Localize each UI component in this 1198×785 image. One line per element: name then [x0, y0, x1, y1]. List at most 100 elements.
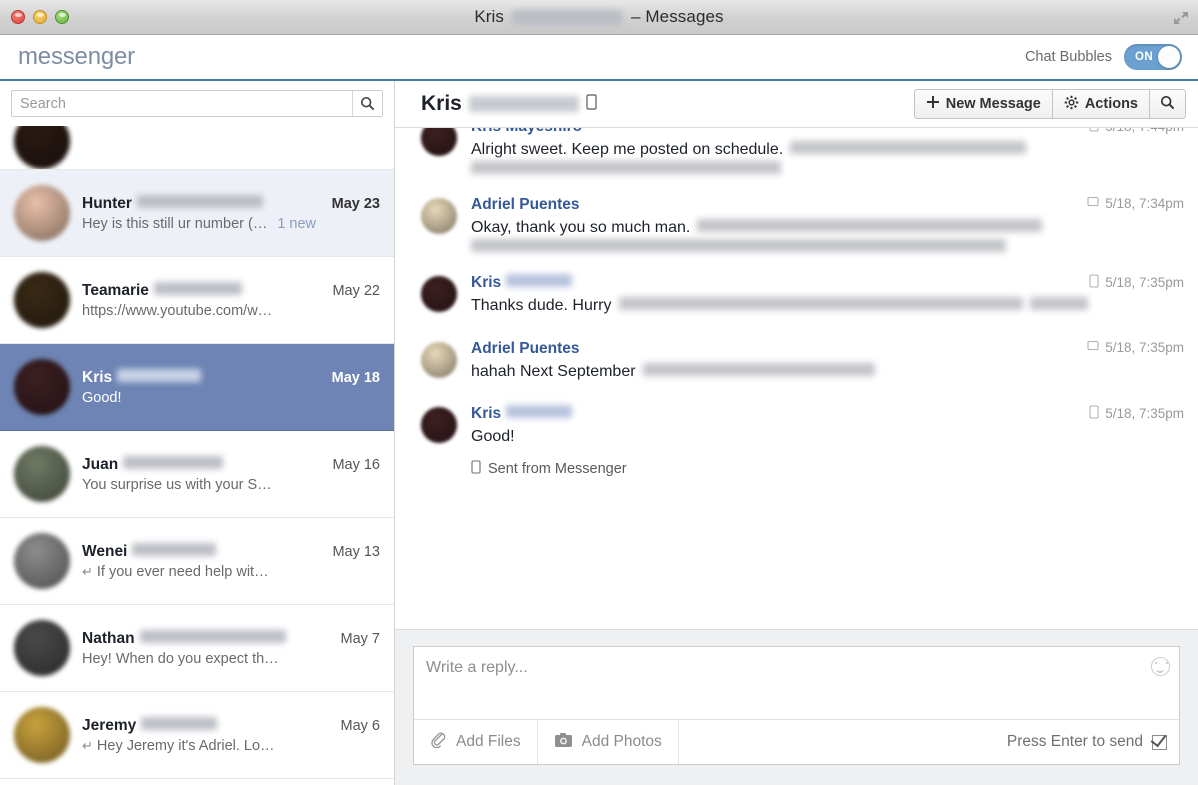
conversation-actions[interactable]: New Message Actions — [913, 89, 1186, 119]
smiley-icon[interactable] — [1151, 657, 1170, 676]
thread-item-partial[interactable] — [0, 126, 394, 170]
message-body: Kris Good! — [471, 404, 1184, 448]
message-avatar — [421, 341, 457, 378]
thread-item-juan[interactable]: Juan May 16 You surprise us with your S… — [0, 431, 394, 518]
thread-item-jeremy[interactable]: Jeremy May 6 ↵ Hey Jeremy it's Adriel. Lo… — [0, 692, 394, 779]
thread-name-redacted — [117, 368, 202, 382]
message-text-visible: Alright sweet. Keep me posted on schedul… — [471, 141, 784, 158]
message-text: Good! — [471, 425, 1176, 448]
thread-snippet-text: Hey! When do you expect th… — [82, 650, 279, 667]
composer-area: Write a reply... Add Files Add Photos Pr… — [395, 629, 1198, 785]
chat-bubbles-toggle[interactable]: ON — [1124, 44, 1182, 70]
resize-grip-icon[interactable] — [1168, 6, 1194, 30]
message-text-visible: Good! — [471, 427, 515, 445]
message-sender[interactable]: Kris Mayeshiro — [471, 128, 1176, 136]
messenger-logo: messenger — [18, 43, 135, 70]
press-enter-checkbox[interactable] — [1152, 734, 1167, 750]
thread-snippet-text: Hey is this still ur number (… — [82, 215, 268, 232]
reply-input[interactable]: Write a reply... — [414, 647, 1179, 719]
new-message-button[interactable]: New Message — [913, 89, 1053, 119]
thread-body: Nathan May 7 Hey! When do you expect th… — [82, 629, 380, 667]
thread-header-row: Wenei May 13 — [82, 542, 380, 561]
thread-header-row: Nathan May 7 — [82, 629, 380, 648]
thread-list[interactable]: Hunter May 23 Hey is this still ur number … — [0, 126, 394, 785]
toggle-state-label: ON — [1135, 51, 1154, 63]
thread-snippet-text: Hey Jeremy it's Adriel. Lo… — [96, 737, 275, 754]
message-text-visible: hahah Next September — [471, 362, 636, 380]
message-timestamp: 5/18, 7:35pm — [1105, 405, 1184, 421]
message-row: Adriel Puentes Okay, thank you so much ma… — [421, 182, 1184, 260]
thread-name-text: Nathan — [82, 629, 135, 647]
thread-name-text: Kris — [82, 368, 113, 386]
thread-snippet: Hey! When do you expect th… — [82, 651, 380, 667]
window-title-suffix: – Messages — [631, 7, 724, 26]
thread-body: Jeremy May 6 ↵ Hey Jeremy it's Adriel. Lo… — [82, 716, 380, 754]
search-box[interactable] — [11, 90, 383, 117]
thread-item-teamarie[interactable]: Teamarie May 22 https://www.youtube.com/w… — [0, 257, 394, 344]
message-sender[interactable]: Adriel Puentes — [471, 196, 1176, 214]
message-timestamp: 5/18, 7:44pm — [1105, 128, 1184, 134]
toggle-knob — [1158, 46, 1180, 68]
thread-name-redacted — [136, 194, 263, 208]
unread-badge: 1 new — [277, 215, 317, 232]
thread-date: May 16 — [332, 456, 380, 473]
search-icon[interactable] — [352, 91, 382, 116]
search-input[interactable] — [12, 91, 352, 116]
message-sender[interactable]: Kris — [471, 274, 1176, 292]
message-sender[interactable]: Adriel Puentes — [471, 340, 1176, 358]
thread-snippet: Hey is this still ur number (… 1 new — [82, 216, 380, 232]
chat-bubbles-label: Chat Bubbles — [1024, 49, 1112, 65]
conversation-title-name: Kris — [421, 92, 462, 115]
message-sender-text: Kris — [471, 274, 502, 292]
conversation-sidebar: Hunter May 23 Hey is this still ur number … — [0, 81, 395, 785]
thread-name-redacted — [132, 542, 217, 556]
add-photos-button[interactable]: Add Photos — [538, 720, 679, 764]
redacted-text-run — [471, 239, 1006, 253]
composer[interactable]: Write a reply... Add Files Add Photos Pr… — [413, 646, 1180, 765]
message-avatar — [421, 276, 457, 313]
composer-toolbar: Add Files Add Photos Press Enter to send — [414, 719, 1179, 764]
thread-body: Hunter May 23 Hey is this still ur number … — [82, 194, 380, 232]
thread-header-row: Teamarie May 22 — [82, 281, 380, 300]
avatar — [14, 533, 70, 589]
actions-button[interactable]: Actions — [1051, 89, 1150, 119]
thread-item-wenei[interactable]: Wenei May 13 ↵ If you ever need help wit… — [0, 518, 394, 605]
message-meta: 5/18, 7:44pm — [1089, 128, 1184, 135]
thread-name: Hunter — [82, 194, 263, 213]
paperclip-icon — [430, 731, 447, 753]
conversation-search-button[interactable] — [1149, 89, 1186, 119]
app-header-right: Chat Bubbles ON — [1025, 44, 1182, 70]
window-title-name: Kris — [474, 7, 504, 26]
message-meta: 5/18, 7:35pm — [1089, 405, 1184, 422]
add-files-button[interactable]: Add Files — [414, 720, 538, 764]
message-sender-text: Adriel Puentes — [471, 339, 580, 357]
message-sender[interactable]: Kris — [471, 404, 1176, 423]
conversation-title: Kris — [421, 92, 597, 116]
message-avatar — [421, 198, 457, 235]
redacted-text-run — [1029, 297, 1088, 311]
thread-item-nathan[interactable]: Nathan May 7 Hey! When do you expect th… — [0, 605, 394, 692]
redacted-text-run — [697, 219, 1043, 233]
conversation-header: Kris New Message Actions — [395, 81, 1198, 128]
message-meta: 5/18, 7:35pm — [1087, 340, 1184, 355]
message-row: Kris Thanks dude. Hurry 5/18, 7:35pm — [421, 260, 1184, 325]
thread-item-hunter[interactable]: Hunter May 23 Hey is this still ur number … — [0, 170, 394, 257]
reply-arrow-icon: ↵ — [82, 737, 93, 753]
thread-name-redacted — [141, 716, 218, 730]
reply-arrow-icon: ↵ — [82, 563, 93, 579]
avatar — [14, 126, 70, 169]
add-files-label: Add Files — [456, 733, 521, 750]
thread-item-kris[interactable]: Kris May 18 Good! — [0, 344, 394, 431]
message-body: Kris Mayeshiro Alright sweet. Keep me pos… — [471, 128, 1184, 175]
thread-body: Wenei May 13 ↵ If you ever need help wit… — [82, 542, 380, 580]
thread-snippet-text: If you ever need help wit… — [96, 563, 269, 580]
press-enter-toggle[interactable]: Press Enter to send — [1007, 720, 1179, 764]
actions-button-label: Actions — [1084, 96, 1138, 112]
thread-name-text: Hunter — [82, 194, 132, 212]
message-meta: 5/18, 7:35pm — [1089, 274, 1184, 291]
add-photos-label: Add Photos — [581, 733, 662, 750]
message-text: Okay, thank you so much man. — [471, 216, 1176, 253]
camera-icon — [554, 732, 573, 753]
message-thread[interactable]: Kris Mayeshiro Alright sweet. Keep me pos… — [395, 128, 1198, 629]
search-bar — [0, 81, 394, 125]
